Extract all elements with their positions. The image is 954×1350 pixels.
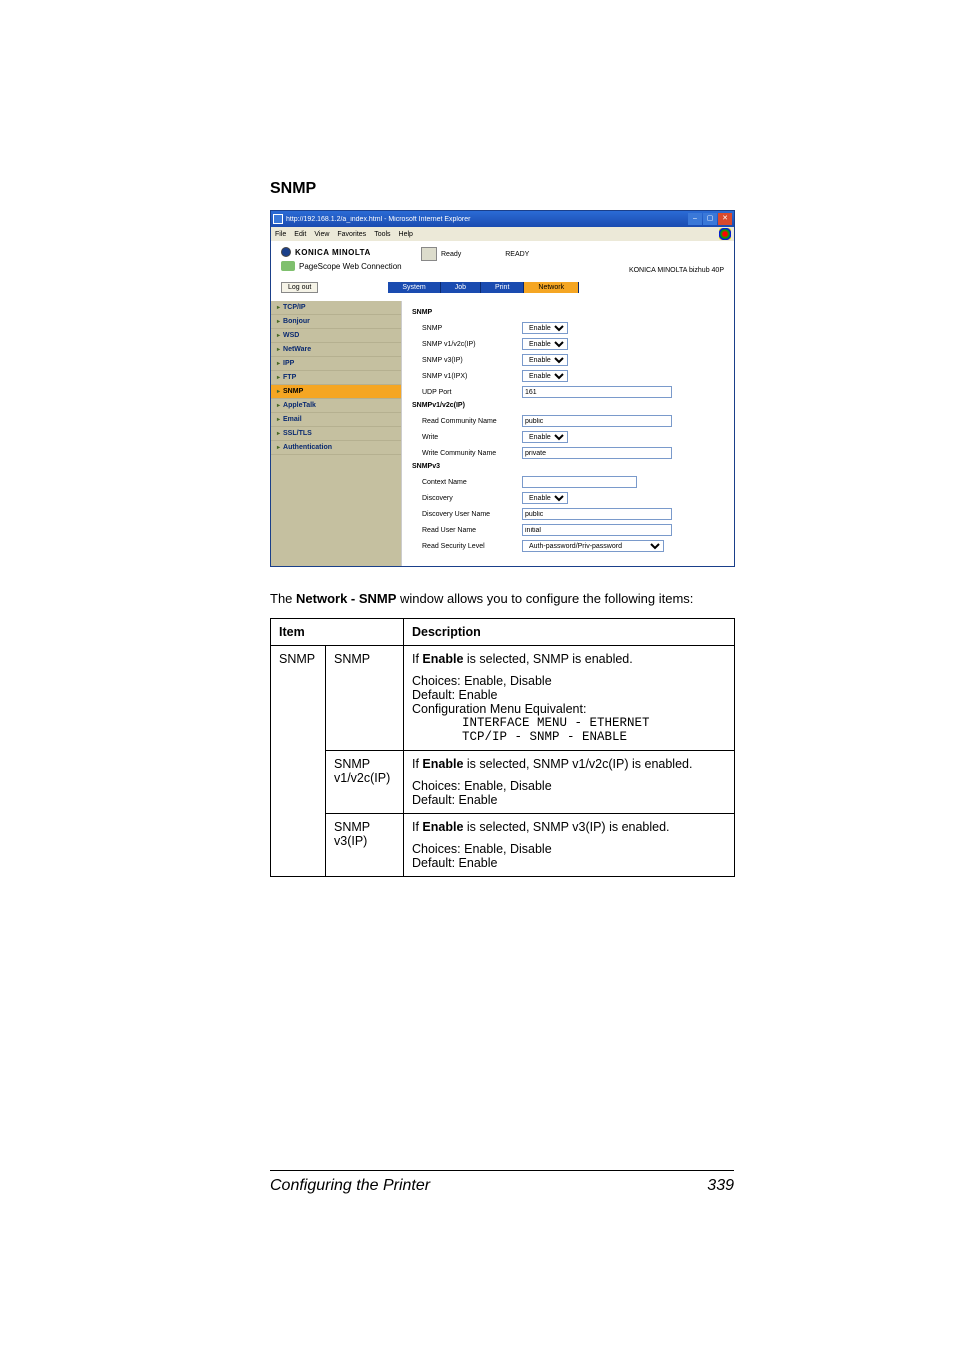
brand-row: KONICA MINOLTA bbox=[281, 247, 421, 257]
cell-r2-desc: If Enable is selected, SNMP v1/v2c(IP) i… bbox=[404, 751, 735, 814]
ie-titlebar: http://192.168.1.2/a_index.html - Micros… bbox=[271, 211, 734, 227]
menu-view[interactable]: View bbox=[314, 231, 329, 238]
brand-sub: PageScope Web Connection bbox=[281, 261, 421, 271]
select-discovery[interactable]: Enable bbox=[522, 492, 568, 504]
label-discuser: Discovery User Name bbox=[422, 511, 522, 518]
minimize-button[interactable]: – bbox=[688, 213, 702, 225]
label-udp: UDP Port bbox=[422, 389, 522, 396]
menu-favorites[interactable]: Favorites bbox=[337, 231, 366, 238]
label-rcomm: Read Community Name bbox=[422, 418, 522, 425]
cell-r1-desc: If Enable is selected, SNMP is enabled. … bbox=[404, 646, 735, 751]
sidebar-item-tcpip[interactable]: TCP/IP bbox=[271, 301, 401, 315]
tab-system[interactable]: System bbox=[388, 282, 440, 293]
input-ruser[interactable] bbox=[522, 524, 672, 536]
sidebar-item-wsd[interactable]: WSD bbox=[271, 329, 401, 343]
select-snmp[interactable]: Enable bbox=[522, 322, 568, 334]
th-desc: Description bbox=[404, 619, 735, 646]
maximize-button[interactable]: ▢ bbox=[703, 213, 717, 225]
sidebar-item-email[interactable]: Email bbox=[271, 413, 401, 427]
printer-icon bbox=[421, 247, 437, 261]
brand-text: KONICA MINOLTA bbox=[295, 248, 371, 257]
input-rcomm[interactable] bbox=[522, 415, 672, 427]
page-footer: Configuring the Printer 339 bbox=[270, 1170, 734, 1195]
label-v3ip: SNMP v3(IP) bbox=[422, 357, 522, 364]
label-snmp: SNMP bbox=[422, 325, 522, 332]
ie-title: http://192.168.1.2/a_index.html - Micros… bbox=[286, 216, 688, 223]
sidebar-item-netware[interactable]: NetWare bbox=[271, 343, 401, 357]
select-v1v2c[interactable]: Enable bbox=[522, 338, 568, 350]
footer-title: Configuring the Printer bbox=[270, 1177, 430, 1195]
section-heading: SNMP bbox=[270, 180, 734, 198]
sidebar-item-snmp[interactable]: SNMP bbox=[271, 385, 401, 399]
ie-throbber-icon bbox=[719, 228, 731, 240]
window-controls: – ▢ ✕ bbox=[688, 213, 732, 225]
second-row: Log out System Job Print Network bbox=[271, 278, 734, 301]
input-contact[interactable] bbox=[522, 476, 637, 488]
menu-tools[interactable]: Tools bbox=[374, 231, 390, 238]
th-item: Item bbox=[271, 619, 404, 646]
cell-r2-sub: SNMP v1/v2c(IP) bbox=[326, 751, 404, 814]
ie-icon bbox=[273, 214, 283, 224]
input-discuser[interactable] bbox=[522, 508, 672, 520]
sidebar: TCP/IP Bonjour WSD NetWare IPP FTP SNMP … bbox=[271, 301, 401, 566]
sidebar-item-auth[interactable]: Authentication bbox=[271, 441, 401, 455]
panel-title-v1v2c: SNMPv1/v2c(IP) bbox=[412, 402, 724, 409]
description-table: Item Description SNMP SNMP If Enable is … bbox=[270, 618, 735, 877]
menu-edit[interactable]: Edit bbox=[294, 231, 306, 238]
input-udp[interactable] bbox=[522, 386, 672, 398]
pagescope-icon bbox=[281, 261, 295, 271]
panel-title-snmp: SNMP bbox=[412, 309, 724, 316]
label-wcomm: Write Community Name bbox=[422, 450, 522, 457]
label-rsec: Read Security Level bbox=[422, 543, 522, 550]
select-v1ipx[interactable]: Enable bbox=[522, 370, 568, 382]
label-write: Write bbox=[422, 434, 522, 441]
label-contact: Context Name bbox=[422, 479, 522, 486]
sidebar-item-ftp[interactable]: FTP bbox=[271, 371, 401, 385]
cell-r3-desc: If Enable is selected, SNMP v3(IP) is en… bbox=[404, 814, 735, 877]
brand-logo-icon bbox=[281, 247, 291, 257]
cell-r3-sub: SNMP v3(IP) bbox=[326, 814, 404, 877]
input-wcomm[interactable] bbox=[522, 447, 672, 459]
cell-r1-sub: SNMP bbox=[326, 646, 404, 751]
sidebar-item-ipp[interactable]: IPP bbox=[271, 357, 401, 371]
label-v1ipx: SNMP v1(IPX) bbox=[422, 373, 522, 380]
label-ruser: Read User Name bbox=[422, 527, 522, 534]
label-discovery: Discovery bbox=[422, 495, 522, 502]
select-v3ip[interactable]: Enable bbox=[522, 354, 568, 366]
tab-network[interactable]: Network bbox=[524, 282, 579, 293]
model-label: KONICA MINOLTA bizhub 40P bbox=[421, 267, 724, 274]
select-write[interactable]: Enable bbox=[522, 431, 568, 443]
brand-sub-text: PageScope Web Connection bbox=[299, 262, 402, 271]
tab-print[interactable]: Print bbox=[481, 282, 524, 293]
logout-button[interactable]: Log out bbox=[281, 282, 318, 293]
menu-file[interactable]: File bbox=[275, 231, 286, 238]
sidebar-item-appletalk[interactable]: AppleTalk bbox=[271, 399, 401, 413]
sidebar-item-bonjour[interactable]: Bonjour bbox=[271, 315, 401, 329]
sidebar-item-ssltls[interactable]: SSL/TLS bbox=[271, 427, 401, 441]
ie-window: http://192.168.1.2/a_index.html - Micros… bbox=[270, 210, 735, 567]
close-button[interactable]: ✕ bbox=[718, 213, 732, 225]
label-v1v2c: SNMP v1/v2c(IP) bbox=[422, 341, 522, 348]
ready-label: Ready bbox=[441, 251, 461, 258]
main-split: TCP/IP Bonjour WSD NetWare IPP FTP SNMP … bbox=[271, 301, 734, 566]
tab-job[interactable]: Job bbox=[441, 282, 481, 293]
select-rsec[interactable]: Auth-password/Priv-password bbox=[522, 540, 664, 552]
tabs: System Job Print Network bbox=[388, 282, 579, 293]
cell-group: SNMP bbox=[271, 646, 326, 877]
app-header: KONICA MINOLTA PageScope Web Connection … bbox=[271, 241, 734, 278]
intro-text: The Network - SNMP window allows you to … bbox=[270, 591, 734, 606]
ie-menubar: File Edit View Favorites Tools Help bbox=[271, 227, 734, 241]
content-pane: SNMP SNMPEnable SNMP v1/v2c(IP)Enable SN… bbox=[401, 301, 734, 566]
panel-title-v3: SNMPv3 bbox=[412, 463, 724, 470]
ready-status: READY bbox=[505, 251, 529, 258]
page-number: 339 bbox=[707, 1177, 734, 1195]
menu-help[interactable]: Help bbox=[399, 231, 413, 238]
